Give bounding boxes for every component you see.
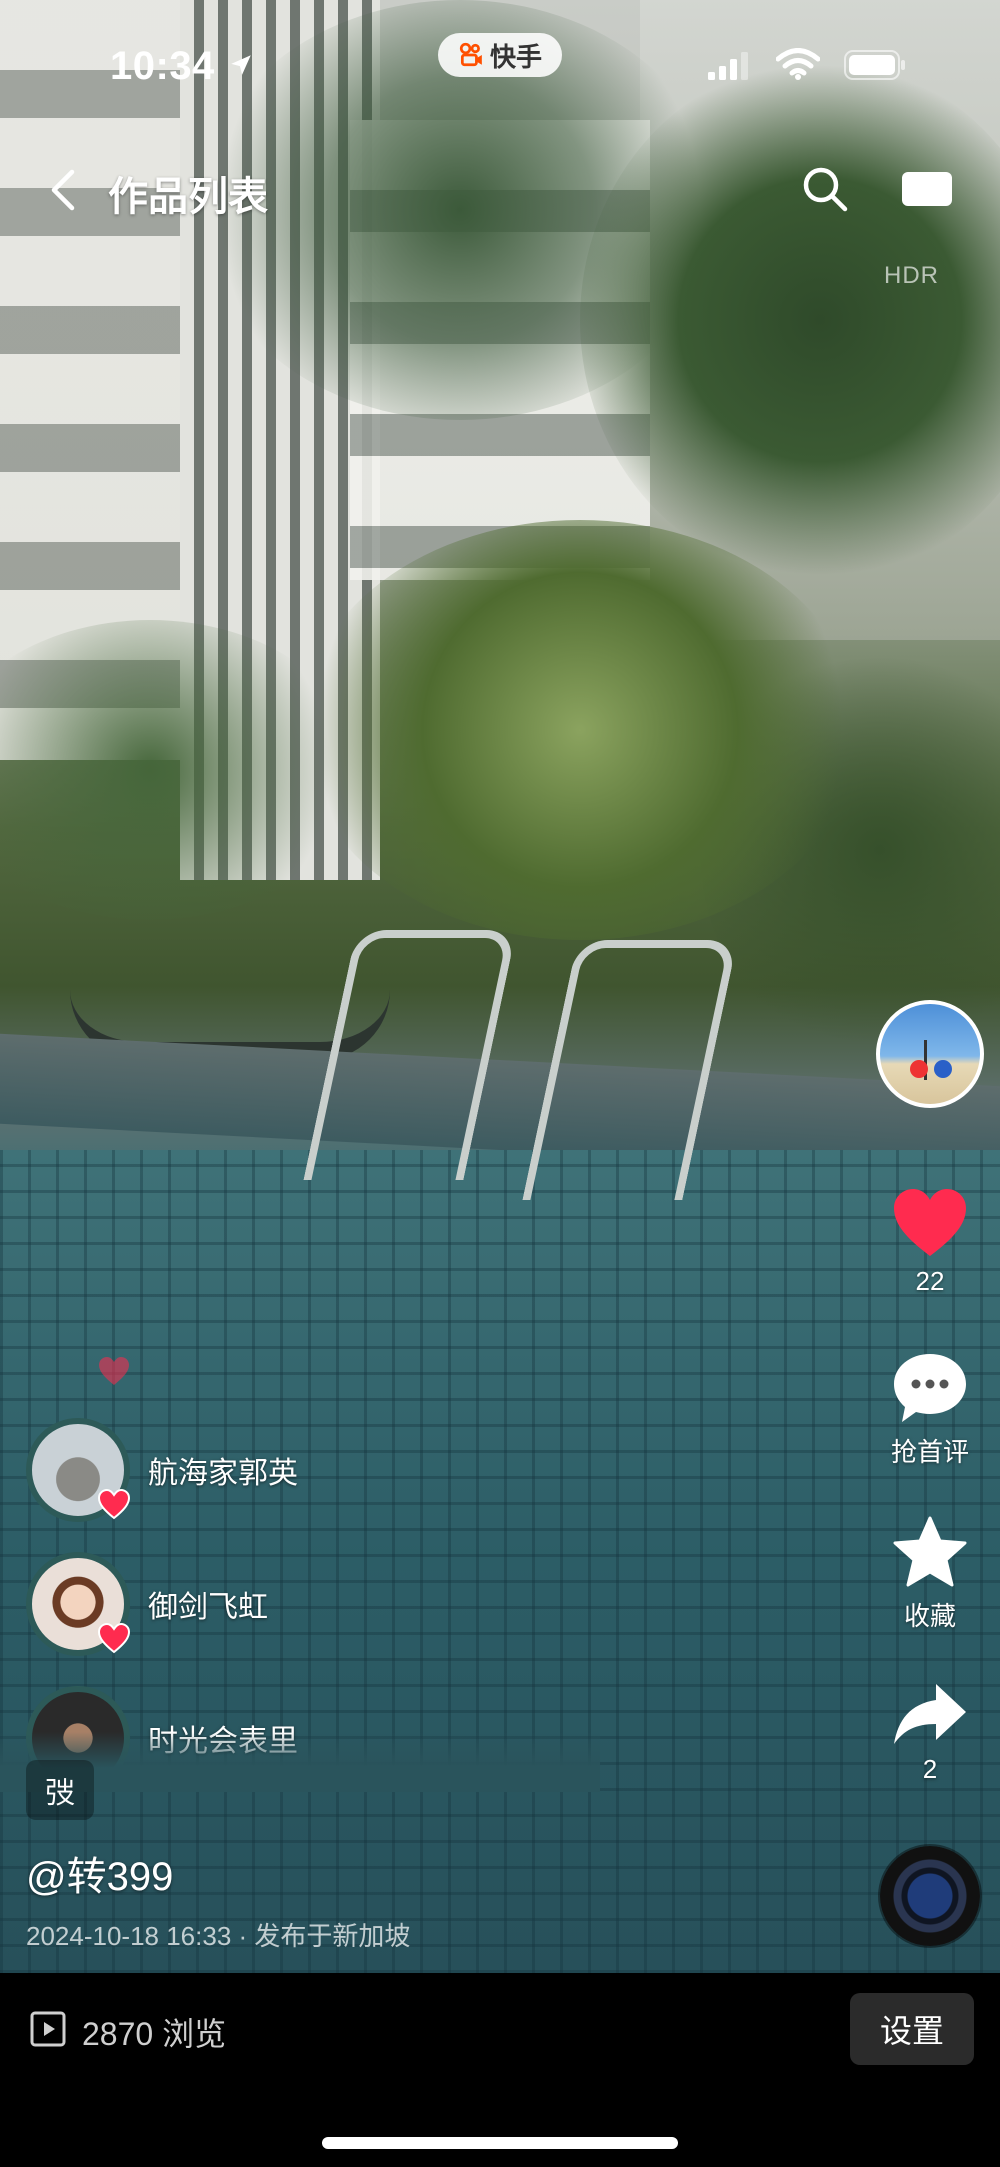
status-bar: 10:34 快手 [0,0,1000,130]
app-badge[interactable]: 快手 [438,33,562,77]
battery-icon [844,50,905,80]
comment-icon [894,1354,966,1422]
kuaishou-logo-icon [459,42,482,67]
liker-name: 御剑飞虹 [148,1591,268,1624]
avatar-image-detail [934,1060,952,1078]
settings-button[interactable]: 设置 [850,1993,974,2065]
music-disc-icon[interactable] [880,1846,980,1946]
author-handle[interactable]: @转399 [26,1844,173,1902]
video-player[interactable] [0,0,1000,1973]
like-count: 22 [915,1266,945,1296]
heart-icon [98,1622,130,1654]
star-icon [893,1516,967,1587]
liker-item[interactable]: 航海家郭英 [26,1418,298,1522]
like-button[interactable]: 22 [880,1188,980,1297]
bottom-bar: 2870 浏览 设置 [0,1973,1000,2167]
signal-icon [708,52,748,80]
page-title: 作品列表 [108,175,268,219]
share-count: 2 [922,1754,938,1784]
back-icon[interactable] [44,168,84,212]
hdr-label: HDR [884,262,939,289]
heart-icon [98,1488,130,1520]
shrub-foliage [300,520,860,940]
wifi-icon [776,48,820,80]
app-badge-label: 快手 [489,41,542,72]
location-arrow-icon [231,55,251,75]
top-nav: 作品列表 [0,150,1000,230]
post-meta: 2024-10-18 16:33 · 发布于新加坡 [26,1921,411,1951]
screen-icon[interactable] [900,168,954,210]
liker-item[interactable]: 御剑飞虹 [26,1552,268,1656]
author-avatar[interactable] [876,1000,984,1108]
share-button[interactable]: 2 [880,1682,980,1785]
avatar-image-detail [910,1060,928,1078]
share-icon [894,1684,966,1744]
play-icon [30,2011,66,2047]
favorite-button[interactable]: 收藏 [880,1516,980,1633]
comment-button[interactable]: 抢首评 [880,1352,980,1469]
view-count: 2870 浏览 [82,2016,227,2052]
heart-icon [99,1357,129,1385]
heart-icon [894,1189,966,1256]
home-indicator[interactable] [322,2137,678,2149]
search-icon[interactable] [800,164,850,214]
liker-name: 航海家郭英 [148,1457,298,1490]
tag-chip[interactable]: 弢 [26,1760,94,1820]
status-time: 10:34 [110,44,215,88]
comment-label: 抢首评 [890,1437,969,1467]
favorite-label: 收藏 [903,1601,956,1631]
tag-chip-label: 弢 [45,1777,75,1810]
